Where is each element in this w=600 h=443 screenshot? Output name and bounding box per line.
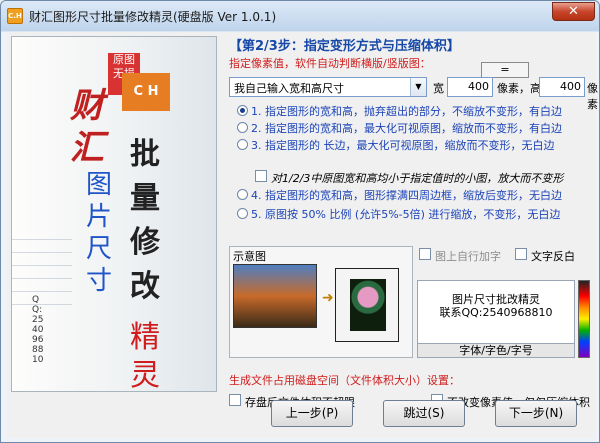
- option-4-label: 4. 指定图形的宽和高，图形撑满四周边框，缩放后变形，无白边: [251, 189, 562, 202]
- radio-option-3[interactable]: [237, 139, 248, 150]
- step-title: 【第2/3步：指定变形方式与压缩体积】: [229, 39, 460, 54]
- no-limit-checkbox[interactable]: [229, 394, 241, 406]
- height-unit-label: 像素: [587, 82, 598, 111]
- watermark-text-line2: 联系QQ:2540968810: [439, 306, 553, 319]
- equal-size-button[interactable]: =: [481, 62, 529, 78]
- preview-label: 示意图: [233, 250, 266, 263]
- step-hint: 指定像素值，软件自动判断横版/竖版图：: [229, 57, 431, 70]
- size-preset-select[interactable]: 我自己输入宽和高尺寸 ▼: [229, 77, 427, 97]
- poster-qq: QQ:2540968810: [32, 295, 44, 365]
- skip-button[interactable]: 跳过(S): [383, 400, 465, 427]
- flower-image: [350, 279, 386, 331]
- width-unit-label: 像素，高: [497, 82, 541, 95]
- poster-word-picture-size: 图片尺寸: [86, 170, 113, 296]
- color-palette[interactable]: [578, 280, 590, 358]
- poster-ch-logo: C H: [122, 73, 170, 111]
- chevron-down-icon[interactable]: ▼: [410, 78, 426, 96]
- radio-option-5[interactable]: [237, 208, 248, 219]
- watermark-label: 图上自行加字: [435, 250, 501, 263]
- poster-word-batch: 批量修改: [130, 137, 160, 304]
- arrow-right-icon: ➜: [322, 290, 334, 306]
- width-input[interactable]: 400: [447, 77, 493, 97]
- watermark-text-line1: 图片尺寸批改精灵: [452, 293, 540, 306]
- client-area: 原图无损 财汇 C H 批量修改 图片尺寸 QQ:2540968810 精灵 【…: [7, 32, 598, 438]
- option-5[interactable]: 5. 原图按 50% 比例 (允许5%-5倍) 进行缩放，不变形，无白边: [237, 206, 561, 222]
- radio-option-4[interactable]: [237, 189, 248, 200]
- enlarge-small-checkbox[interactable]: [255, 170, 267, 182]
- disk-section-title: 生成文件占用磁盘空间（文件体积大小）设置：: [229, 374, 460, 387]
- option-4[interactable]: 4. 指定图形的宽和高，图形撑满四周边框，缩放后变形，无白边: [237, 187, 562, 203]
- height-input[interactable]: 400: [539, 77, 585, 97]
- poster-brand: 财汇: [70, 86, 104, 168]
- option-3[interactable]: 3. 指定图形的 长边，最大化可视原图，缩放而不变形，无白边: [237, 137, 555, 153]
- app-window: C.H 财汇图形尺寸批量修改精灵(硬盘版 Ver 1.0.1) ✕ 原图无损 财…: [0, 0, 600, 443]
- option-2-label: 2. 指定图形的宽和高，最大化可视原图，缩放而不变形，有白边: [251, 122, 562, 135]
- font-settings-button[interactable]: 字体/字色/字号: [417, 344, 575, 358]
- option-1[interactable]: 1. 指定图形的宽和高，抛弃超出的部分，不缩放不变形，有白边: [237, 103, 562, 119]
- preview-original-image: [233, 264, 317, 328]
- radio-option-2[interactable]: [237, 122, 248, 133]
- watermark-text-box[interactable]: 图片尺寸批改精灵 联系QQ:2540968810: [417, 280, 575, 344]
- radio-option-1[interactable]: [237, 105, 248, 116]
- option-2[interactable]: 2. 指定图形的宽和高，最大化可视原图，缩放而不变形，有白边: [237, 120, 562, 136]
- next-button[interactable]: 下一步(N): [495, 400, 577, 427]
- size-preset-value: 我自己输入宽和高尺寸: [234, 82, 344, 95]
- option-1-label: 1. 指定图形的宽和高，抛弃超出的部分，不缩放不变形，有白边: [251, 105, 562, 118]
- width-label: 宽: [433, 82, 444, 95]
- title-bar[interactable]: C.H 财汇图形尺寸批量修改精灵(硬盘版 Ver 1.0.1) ✕: [1, 1, 599, 31]
- enlarge-small-label: 对1/2/3中原图宽和高均小于指定值时的小图，放大而不变形: [271, 172, 564, 185]
- option-5-label: 5. 原图按 50% 比例 (允许5%-5倍) 进行缩放，不变形，无白边: [251, 208, 561, 221]
- window-title: 财汇图形尺寸批量修改精灵(硬盘版 Ver 1.0.1): [29, 10, 277, 24]
- close-button[interactable]: ✕: [552, 2, 595, 21]
- prev-button[interactable]: 上一步(P): [271, 400, 353, 427]
- poster-word-sprite: 精灵: [130, 320, 160, 392]
- watermark-checkbox[interactable]: [419, 248, 431, 260]
- product-poster: 原图无损 财汇 C H 批量修改 图片尺寸 QQ:2540968810 精灵: [11, 36, 217, 392]
- preview-result-image: [335, 268, 399, 342]
- text-invert-checkbox[interactable]: [515, 248, 527, 260]
- option-3-label: 3. 指定图形的 长边，最大化可视原图，缩放而不变形，无白边: [251, 139, 555, 152]
- app-icon: C.H: [7, 8, 23, 24]
- text-invert-label: 文字反白: [531, 250, 575, 263]
